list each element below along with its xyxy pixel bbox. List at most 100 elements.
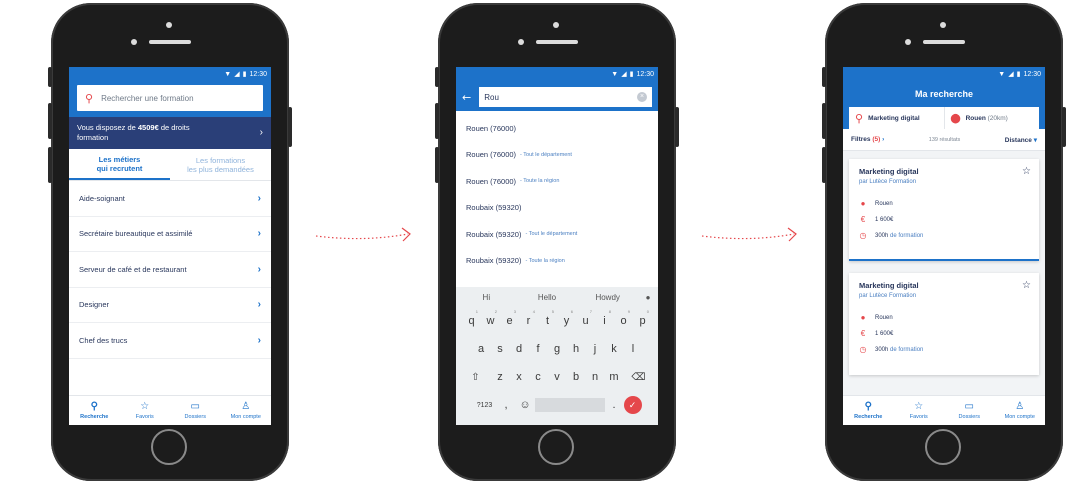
nav-account[interactable]: ♙ Mon compte <box>995 396 1046 425</box>
key[interactable]: n <box>586 371 605 383</box>
header: ▼ ◢ ▮ 12:30 ← Rou × <box>456 67 658 111</box>
result-card[interactable]: Marketing digital par Lutèce Formation ☆… <box>849 273 1039 375</box>
kbd-suggestion[interactable]: Hello <box>517 293 578 302</box>
nav-folders[interactable]: ▭ Dossiers <box>944 396 995 425</box>
key[interactable]: e3 <box>500 309 519 327</box>
check-icon[interactable]: ✓ <box>623 396 642 414</box>
home-button[interactable] <box>925 429 961 465</box>
symbols-key[interactable]: ?123 <box>473 402 497 409</box>
tab-trainings[interactable]: Les formations les plus demandées <box>170 149 271 180</box>
search-icon: ⚲ <box>864 400 872 412</box>
list-item[interactable]: Roubaix (59320) - Tout le département <box>456 221 658 248</box>
result-list: Marketing digital par Lutèce Formation ☆… <box>843 151 1045 401</box>
shift-key[interactable]: ⇧ <box>461 372 491 383</box>
key[interactable]: c <box>529 371 548 383</box>
signal-icon: ◢ <box>621 71 627 78</box>
key[interactable]: v <box>548 371 567 383</box>
status-bar: ▼ ◢ ▮ 12:30 <box>77 67 271 81</box>
header: ▼ ◢ ▮ 12:30 ⚲ Rechercher une formation <box>69 67 271 117</box>
key[interactable]: z <box>491 371 510 383</box>
nav-favorites[interactable]: ☆ Favoris <box>120 396 171 425</box>
euro-icon: € <box>860 215 866 224</box>
rights-banner[interactable]: Vous disposez de 4509€ de droits formati… <box>69 117 271 149</box>
screen-results: ▼ ◢ ▮ 12:30 Ma recherche ⚲ Marketing dig… <box>843 67 1045 425</box>
result-card[interactable]: Marketing digital par Lutèce Formation ☆… <box>849 159 1039 261</box>
list-item[interactable]: Chef des trucs › <box>69 323 271 359</box>
list-item[interactable]: Roubaix (59320) - Toute la région <box>456 248 658 275</box>
phone-results: ▼ ◢ ▮ 12:30 Ma recherche ⚲ Marketing dig… <box>822 3 1066 481</box>
sort-select[interactable]: Distance ▾ <box>1005 136 1037 144</box>
suggestion-list: Rouen (76000) Rouen (76000) - Tout le dép… <box>456 111 658 274</box>
phone-location: ▼ ◢ ▮ 12:30 ← Rou × Rouen (76000) Rouen … <box>435 3 679 481</box>
kbd-suggestion[interactable]: Hi <box>456 293 517 302</box>
sensor <box>131 39 137 45</box>
nav-search[interactable]: ⚲ Recherche <box>69 396 120 425</box>
list-item[interactable]: Serveur de café et de restaurant › <box>69 252 271 288</box>
key[interactable]: j <box>586 343 605 355</box>
keyboard-suggestions: Hi Hello Howdy ● <box>456 287 658 307</box>
tab-jobs[interactable]: Les métiers qui recrutent <box>69 149 170 180</box>
search-input[interactable]: ⚲ Rechercher une formation <box>77 85 263 111</box>
kbd-suggestion[interactable]: Howdy <box>577 293 638 302</box>
bottom-nav: ⚲ Recherche ☆ Favoris ▭ Dossiers ♙ Mon compt… <box>69 395 271 425</box>
card-title: Marketing digital <box>859 167 919 176</box>
query-field[interactable]: ⚲ Marketing digital <box>849 107 944 129</box>
space-key[interactable] <box>534 398 605 412</box>
microphone-icon[interactable]: ● <box>638 293 658 302</box>
key[interactable]: p0 <box>633 309 652 327</box>
emoji-key[interactable]: ☺ <box>516 399 535 411</box>
star-icon[interactable]: ☆ <box>1022 280 1031 291</box>
header: ▼ ◢ ▮ 12:30 Ma recherche ⚲ Marketing dig… <box>843 67 1045 129</box>
location-field[interactable]: ⬤ Rouen (20km) <box>943 107 1040 129</box>
home-button[interactable] <box>538 429 574 465</box>
list-item[interactable]: Rouen (76000) - Tout le département <box>456 142 658 169</box>
period-key[interactable]: . <box>605 399 624 411</box>
filters-button[interactable]: Filtres (5) › <box>851 136 884 143</box>
key[interactable]: m <box>605 371 624 383</box>
status-time: 12:30 <box>249 70 267 78</box>
list-item[interactable]: Roubaix (59320) <box>456 195 658 222</box>
key[interactable]: a <box>472 343 491 355</box>
nav-favorites[interactable]: ☆ Favoris <box>894 396 945 425</box>
card-title: Marketing digital <box>859 281 919 290</box>
star-icon[interactable]: ☆ <box>1022 166 1031 177</box>
list-item[interactable]: Designer › <box>69 288 271 323</box>
home-button[interactable] <box>151 429 187 465</box>
key[interactable]: x <box>510 371 529 383</box>
nav-folders[interactable]: ▭ Dossiers <box>170 396 221 425</box>
list-item[interactable]: Rouen (76000) - Toute la région <box>456 168 658 195</box>
backspace-key[interactable]: ⌫ <box>624 372 654 383</box>
key[interactable]: y6 <box>557 309 576 327</box>
key[interactable]: f <box>529 343 548 355</box>
key[interactable]: l <box>624 343 643 355</box>
key[interactable]: b <box>567 371 586 383</box>
key[interactable]: h <box>567 343 586 355</box>
back-arrow-icon[interactable]: ← <box>462 91 471 104</box>
list-item[interactable]: Secrétaire bureautique et assimilé › <box>69 217 271 252</box>
list-item[interactable]: Aide-soignant › <box>69 181 271 217</box>
comma-key[interactable]: , <box>497 399 516 411</box>
key[interactable]: i8 <box>595 309 614 327</box>
key[interactable]: g <box>548 343 567 355</box>
location-input[interactable]: Rou × <box>479 87 652 107</box>
key[interactable]: w2 <box>481 309 500 327</box>
key[interactable]: t5 <box>538 309 557 327</box>
clear-icon[interactable]: × <box>637 92 647 102</box>
location-query: Rou <box>484 92 499 102</box>
key[interactable]: k <box>605 343 624 355</box>
key[interactable]: o9 <box>614 309 633 327</box>
star-icon: ☆ <box>914 400 924 412</box>
screen-home: ▼ ◢ ▮ 12:30 ⚲ Rechercher une formation V… <box>69 67 271 425</box>
key[interactable]: q1 <box>462 309 481 327</box>
nav-account[interactable]: ♙ Mon compte <box>221 396 272 425</box>
key[interactable]: u7 <box>576 309 595 327</box>
key[interactable]: r4 <box>519 309 538 327</box>
search-icon: ⚲ <box>90 400 98 412</box>
key[interactable]: d <box>510 343 529 355</box>
key[interactable]: s <box>491 343 510 355</box>
status-bar: ▼ ◢ ▮ 12:30 <box>456 67 658 81</box>
keyboard: Hi Hello Howdy ● q1w2e3r4t5y6u7i8o9p0 as… <box>456 287 658 425</box>
nav-search[interactable]: ⚲ Recherche <box>843 396 894 425</box>
wifi-icon: ▼ <box>998 70 1006 78</box>
list-item[interactable]: Rouen (76000) <box>456 115 658 142</box>
